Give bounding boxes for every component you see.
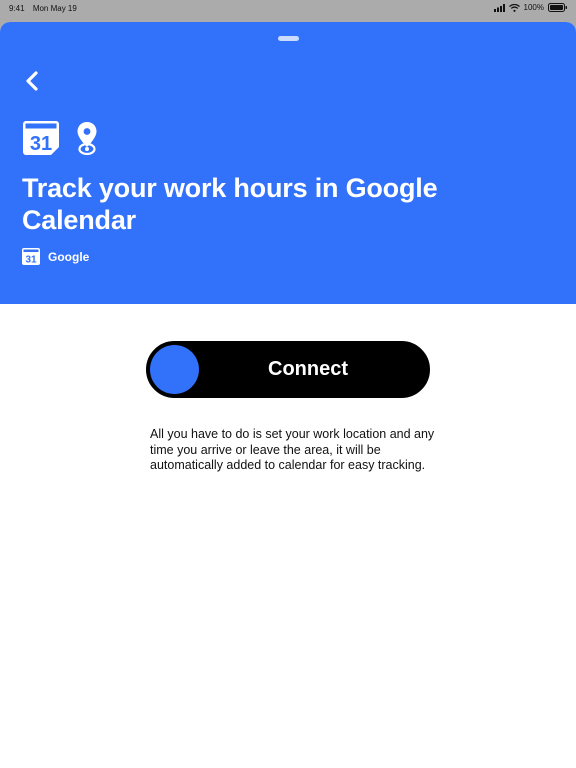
google-calendar-small-icon: 31 [22, 248, 40, 265]
google-calendar-icon: 31 [23, 121, 59, 155]
service-icons: 31 [23, 121, 99, 155]
applet-header: 31 Track your work hours in Google Calen… [0, 22, 576, 304]
sheet-grabber-handle[interactable] [278, 36, 299, 41]
calendar-icon-day: 31 [30, 133, 52, 155]
applet-description: All you have to do is set your work loca… [150, 427, 435, 472]
status-bar: 9:41 Mon May 19 100% [0, 0, 576, 20]
chevron-left-icon [26, 71, 38, 91]
status-left: 9:41 Mon May 19 [9, 4, 83, 13]
status-time: 9:41 [9, 4, 25, 13]
battery-icon [548, 3, 567, 12]
cellular-signal-icon [493, 3, 505, 12]
applet-owner: 31 Google [22, 248, 89, 265]
applet-title: Track your work hours in Google Calendar [22, 173, 438, 235]
connect-button[interactable]: Connect [146, 341, 430, 398]
wifi-icon [508, 3, 520, 12]
location-pin-icon [77, 122, 97, 155]
back-button[interactable] [22, 69, 42, 93]
calendar-small-icon-day: 31 [25, 255, 37, 266]
applet-sheet: 31 Track your work hours in Google Calen… [0, 22, 576, 768]
status-right: 100% [493, 3, 568, 12]
status-date: Mon May 19 [32, 4, 77, 13]
connect-label: Connect [268, 358, 348, 380]
battery-percent: 100% [523, 3, 544, 12]
owner-name: Google [48, 249, 90, 264]
